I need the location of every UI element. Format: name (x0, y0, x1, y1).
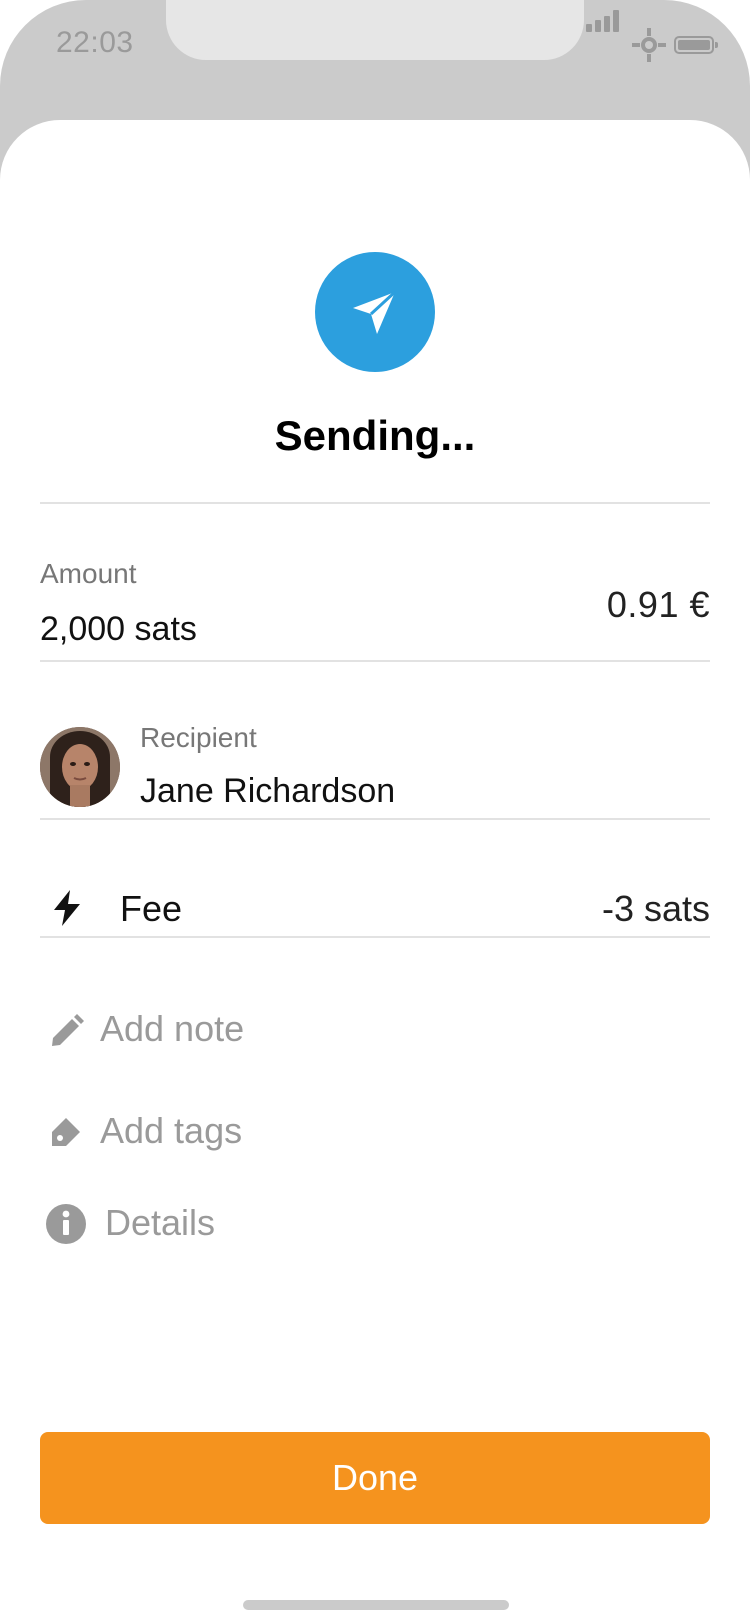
recipient-label: Recipient (140, 722, 257, 753)
add-note-label: Add note (100, 1008, 245, 1049)
info-icon (46, 1204, 86, 1244)
battery-icon (674, 36, 718, 54)
lightning-icon (54, 890, 80, 926)
wifi-icon (632, 28, 666, 62)
device-notch (166, 0, 584, 60)
tag-icon (52, 1118, 80, 1146)
fee-label: Fee (120, 888, 183, 929)
amount-value: 2,000 sats (40, 610, 197, 648)
page-title: Sending... (274, 412, 476, 459)
details-label: Details (105, 1202, 216, 1243)
divider (40, 936, 710, 938)
home-indicator (243, 1600, 509, 1610)
amount-fiat-value: 0.91 € (606, 584, 710, 625)
paper-plane-icon (315, 252, 435, 372)
status-time: 22:03 (56, 26, 134, 59)
done-button[interactable]: Done (40, 1432, 710, 1524)
add-tags-label: Add tags (100, 1110, 243, 1151)
divider (40, 502, 710, 504)
divider (40, 660, 710, 662)
fee-value: -3 sats (601, 888, 710, 929)
recipient-name: Jane Richardson (140, 772, 396, 810)
phone-screen: 22:03 Sending... Amount 2,000 sats 0.91 … (0, 0, 750, 1624)
avatar (40, 727, 120, 807)
amount-label: Amount (40, 558, 137, 589)
pencil-icon (52, 1014, 84, 1046)
divider (40, 818, 710, 820)
transaction-sheet: Sending... Amount 2,000 sats 0.91 € Reci… (0, 120, 750, 1624)
